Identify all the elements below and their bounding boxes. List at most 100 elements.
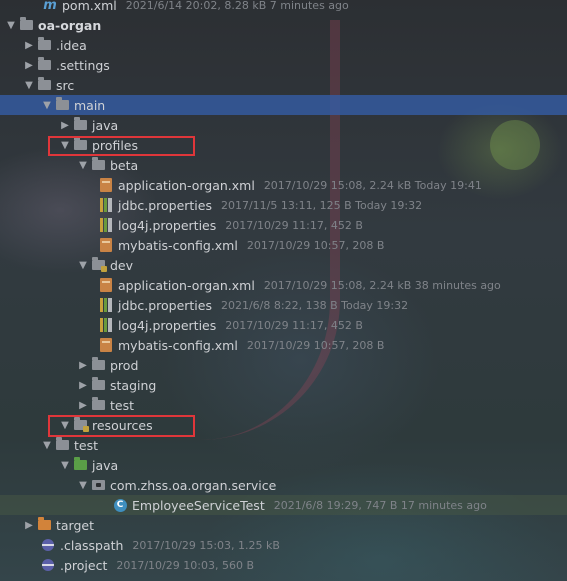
tree-item-main[interactable]: ▼ main	[0, 95, 567, 115]
tree-item-oa-organ[interactable]: ▼ oa-organ	[0, 15, 567, 35]
folder-icon	[72, 115, 88, 135]
tree-item-label: log4j.properties	[118, 217, 217, 233]
chevron-down-icon[interactable]: ▼	[58, 135, 72, 155]
tree-item-label: mybatis-config.xml	[118, 237, 238, 253]
tree-item-label: pom.xml	[62, 0, 117, 13]
tree-item-src[interactable]: ▼ src	[0, 75, 567, 95]
folder-icon	[18, 15, 34, 35]
chevron-down-icon[interactable]: ▼	[58, 455, 72, 475]
tree-item-label: target	[56, 517, 95, 533]
tree-item-label: oa-organ	[38, 17, 102, 33]
chevron-down-icon[interactable]: ▼	[76, 255, 90, 275]
tree-item-label: test	[110, 397, 135, 413]
tree-item-file[interactable]: jdbc.properties 2017/11/5 13:11, 125 B T…	[0, 195, 567, 215]
resources-folder-icon	[90, 255, 107, 275]
tree-item-test-profile[interactable]: ▶ test	[0, 395, 567, 415]
tree-item-file[interactable]: application-organ.xml 2017/10/29 15:08, …	[0, 175, 567, 195]
maven-icon: m	[43, 0, 57, 13]
tree-item-project[interactable]: .project 2017/10/29 10:03, 560 B	[0, 555, 567, 575]
tree-item-meta: 2017/10/29 15:03, 1.25 kB	[132, 538, 280, 552]
tree-item-idea[interactable]: ▶ .idea	[0, 35, 567, 55]
tree-item-label: src	[56, 77, 75, 93]
resources-folder-icon	[72, 415, 89, 435]
tree-item-label: prod	[110, 357, 139, 373]
tree-item-staging[interactable]: ▶ staging	[0, 375, 567, 395]
properties-file-icon	[98, 195, 114, 215]
chevron-down-icon[interactable]: ▼	[40, 435, 54, 455]
excluded-folder-icon	[36, 515, 52, 535]
chevron-down-icon[interactable]: ▼	[76, 155, 90, 175]
tree-item-label: mybatis-config.xml	[118, 337, 238, 353]
tree-item-label: .project	[60, 557, 108, 573]
tree-item-meta: 2017/10/29 10:57, 208 B	[246, 238, 385, 252]
tree-item-meta: 2017/10/29 11:17, 452 B	[225, 318, 363, 332]
tree-item-test[interactable]: ▼ test	[0, 435, 567, 455]
tree-item-meta: 2021/6/8 8:22, 138 B Today 19:32	[220, 298, 409, 312]
folder-icon	[90, 355, 106, 375]
tree-item-java[interactable]: ▶ java	[0, 115, 567, 135]
tree-item-profiles[interactable]: ▼ profiles	[0, 135, 567, 155]
test-folder-icon	[72, 455, 88, 475]
tree-item-label: java	[92, 117, 119, 133]
tree-item-test-java[interactable]: ▼ java	[0, 455, 567, 475]
chevron-right-icon[interactable]: ▶	[22, 55, 36, 75]
xml-file-icon	[98, 175, 114, 195]
eclipse-file-icon	[40, 535, 56, 555]
tree-item-meta: 2017/10/29 11:17, 452 B	[225, 218, 363, 232]
tree-item-label: application-organ.xml	[118, 277, 255, 293]
tree-item-label: .classpath	[60, 537, 124, 553]
tree-item-label: .settings	[56, 57, 110, 73]
tree-item-file[interactable]: log4j.properties 2017/10/29 11:17, 452 B	[0, 215, 567, 235]
folder-icon	[54, 95, 70, 115]
tree-item-beta[interactable]: ▼ beta	[0, 155, 567, 175]
tree-item-prod[interactable]: ▶ prod	[0, 355, 567, 375]
chevron-right-icon[interactable]: ▶	[76, 355, 90, 375]
tree-item-meta: 2017/10/29 15:08, 2.24 kB Today 19:41	[263, 178, 482, 192]
tree-item-file[interactable]: application-organ.xml 2017/10/29 15:08, …	[0, 275, 567, 295]
tree-item-label: staging	[110, 377, 157, 393]
folder-icon	[72, 135, 88, 155]
folder-icon	[90, 395, 106, 415]
chevron-down-icon[interactable]: ▼	[76, 475, 90, 495]
tree-item-label: log4j.properties	[118, 317, 217, 333]
chevron-right-icon[interactable]: ▶	[58, 115, 72, 135]
folder-icon	[54, 435, 70, 455]
tree-item-meta: 2017/10/29 15:08, 2.24 kB 38 minutes ago	[263, 278, 501, 292]
chevron-down-icon[interactable]: ▼	[40, 95, 54, 115]
tree-item-file[interactable]: mybatis-config.xml 2017/10/29 10:57, 208…	[0, 235, 567, 255]
xml-file-icon	[98, 335, 114, 355]
tree-item-file[interactable]: jdbc.properties 2021/6/8 8:22, 138 B Tod…	[0, 295, 567, 315]
tree-item-meta: 2017/11/5 13:11, 125 B Today 19:32	[220, 198, 423, 212]
tree-item-resources[interactable]: ▼ resources	[0, 415, 567, 435]
tree-item-label: jdbc.properties	[118, 297, 212, 313]
tree-item-class[interactable]: C EmployeeServiceTest 2021/6/8 19:29, 74…	[0, 495, 567, 515]
chevron-right-icon[interactable]: ▶	[76, 395, 90, 415]
tree-item-classpath[interactable]: .classpath 2017/10/29 15:03, 1.25 kB	[0, 535, 567, 555]
tree-item-label: jdbc.properties	[118, 197, 212, 213]
chevron-right-icon[interactable]: ▶	[22, 35, 36, 55]
folder-icon	[90, 155, 106, 175]
tree-item-label: java	[92, 457, 119, 473]
chevron-right-icon[interactable]: ▶	[76, 375, 90, 395]
chevron-down-icon[interactable]: ▼	[58, 415, 72, 435]
tree-item-file[interactable]: log4j.properties 2017/10/29 11:17, 452 B	[0, 315, 567, 335]
tree-item-file[interactable]: mybatis-config.xml 2017/10/29 10:57, 208…	[0, 335, 567, 355]
tree-item-package[interactable]: ▼ com.zhss.oa.organ.service	[0, 475, 567, 495]
tree-item-label: resources	[92, 417, 153, 433]
tree-item-label: application-organ.xml	[118, 177, 255, 193]
tree-item-dev[interactable]: ▼ dev	[0, 255, 567, 275]
tree-item-target[interactable]: ▶ target	[0, 515, 567, 535]
chevron-down-icon[interactable]: ▼	[22, 75, 36, 95]
properties-file-icon	[98, 295, 114, 315]
chevron-down-icon[interactable]: ▼	[4, 15, 18, 35]
tree-item-settings[interactable]: ▶ .settings	[0, 55, 567, 75]
chevron-right-icon[interactable]: ▶	[22, 515, 36, 535]
tree-item-label: dev	[110, 257, 134, 273]
folder-icon	[36, 75, 52, 95]
xml-file-icon	[98, 235, 114, 255]
tree-item-meta: 2017/10/29 10:57, 208 B	[246, 338, 385, 352]
tree-item-meta: 2017/10/29 10:03, 560 B	[116, 558, 254, 572]
tree-item-pom-xml[interactable]: m pom.xml 2021/6/14 20:02, 8.28 kB 7 min…	[0, 0, 567, 15]
properties-file-icon	[98, 315, 114, 335]
tree-item-meta: 2021/6/14 20:02, 8.28 kB 7 minutes ago	[125, 0, 349, 12]
